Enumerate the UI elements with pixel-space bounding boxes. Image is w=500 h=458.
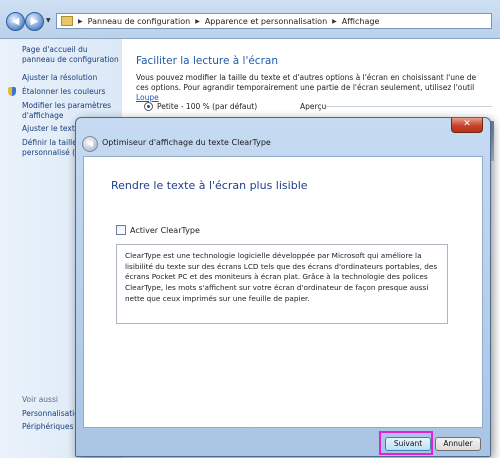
next-button[interactable]: Suivant bbox=[385, 437, 431, 451]
recent-pages-dropdown-icon[interactable]: ▼ bbox=[46, 17, 51, 24]
magnifier-link[interactable]: Loupe bbox=[136, 93, 159, 102]
breadcrumb-control-panel[interactable]: Panneau de configuration bbox=[88, 17, 191, 26]
dialog-body: Rendre le texte à l'écran plus lisible A… bbox=[83, 156, 483, 428]
see-also-heading: Voir aussi bbox=[22, 395, 58, 404]
sidebar-item-calibrate[interactable]: Étalonner les couleurs bbox=[22, 87, 120, 97]
dialog-title: Optimiseur d'affichage du texte ClearTyp… bbox=[102, 138, 271, 147]
cancel-button[interactable]: Annuler bbox=[435, 437, 481, 451]
breadcrumb-appearance[interactable]: Apparence et personnalisation bbox=[205, 17, 327, 26]
preview-label: Aperçu bbox=[300, 102, 327, 111]
shield-icon bbox=[8, 87, 16, 96]
sidebar-item-home[interactable]: Page d'accueil du panneau de configurati… bbox=[22, 45, 120, 65]
address-field[interactable]: ▶ Panneau de configuration ▶ Apparence e… bbox=[56, 13, 492, 29]
cleartype-checkbox-row[interactable]: Activer ClearType bbox=[116, 225, 200, 235]
control-panel-icon bbox=[61, 16, 73, 26]
cleartype-checkbox-label[interactable]: Activer ClearType bbox=[130, 226, 200, 235]
size-option-label: Petite - 100 % (par défaut) bbox=[157, 102, 258, 111]
forward-arrow-icon[interactable]: ▶ bbox=[25, 12, 44, 31]
page-title: Faciliter la lecture à l'écran bbox=[136, 55, 278, 67]
back-arrow-icon[interactable]: ◀ bbox=[6, 12, 25, 31]
page-description: Vous pouvez modifier la taille du texte … bbox=[136, 73, 488, 103]
chevron-right-icon[interactable]: ▶ bbox=[332, 18, 337, 25]
radio-button[interactable] bbox=[144, 102, 153, 111]
chevron-right-icon[interactable]: ▶ bbox=[78, 18, 83, 25]
address-bar: ◀ ▶ ▼ ▶ Panneau de configuration ▶ Appar… bbox=[0, 0, 500, 39]
cleartype-description: ClearType est une technologie logicielle… bbox=[116, 244, 448, 324]
description-text: Vous pouvez modifier la taille du texte … bbox=[136, 73, 477, 92]
dialog-heading: Rendre le texte à l'écran plus lisible bbox=[111, 179, 308, 192]
size-option-small[interactable]: Petite - 100 % (par défaut) bbox=[144, 102, 257, 111]
back-arrow-icon[interactable]: ◀ bbox=[82, 136, 98, 152]
sidebar-item-resolution[interactable]: Ajuster la résolution bbox=[22, 73, 120, 83]
cleartype-dialog: ✕ ◀ Optimiseur d'affichage du texte Clea… bbox=[75, 117, 491, 457]
close-icon[interactable]: ✕ bbox=[451, 118, 483, 133]
breadcrumb-display[interactable]: Affichage bbox=[342, 17, 380, 26]
divider bbox=[326, 106, 492, 107]
dialog-titlebar: ◀ Optimiseur d'affichage du texte ClearT… bbox=[82, 135, 484, 155]
dialog-footer: Suivant Annuler bbox=[76, 426, 490, 456]
chevron-right-icon[interactable]: ▶ bbox=[195, 18, 200, 25]
cleartype-checkbox[interactable] bbox=[116, 225, 126, 235]
